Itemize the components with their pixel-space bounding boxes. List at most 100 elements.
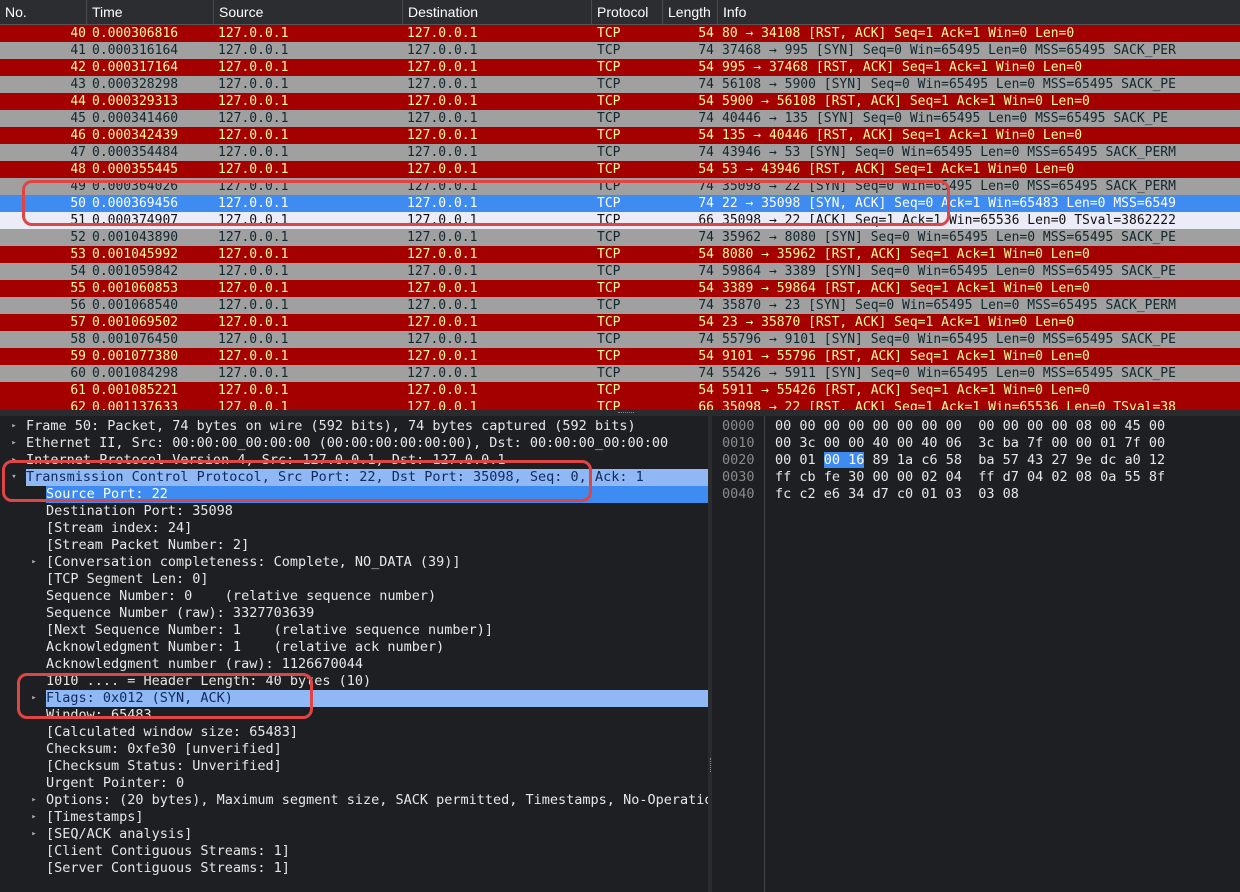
column-header-length[interactable]: Length bbox=[663, 0, 718, 24]
detail-tree-item[interactable]: Sequence Number (raw): 3327703639 bbox=[0, 605, 708, 622]
collapsed-arrow-icon[interactable]: ▸ bbox=[9, 435, 19, 452]
detail-tree-item[interactable]: ▸ Options: (20 bytes), Maximum segment si… bbox=[0, 792, 708, 809]
packet-row[interactable]: 48 0.000355445 127.0.0.1 127.0.0.1 TCP 54 53 →… bbox=[0, 161, 1240, 178]
hex-bytes: ff cb fe 30 00 00 02 04 ff d7 04 02 08 0… bbox=[775, 469, 1165, 486]
packet-no: 52 bbox=[70, 230, 86, 245]
packet-info: 37468 → 995 [SYN] Seq=0 Win=65495 Len=0 … bbox=[722, 43, 1176, 58]
detail-tree-item[interactable]: Sequence Number: 0 (relative sequence nu… bbox=[0, 588, 708, 605]
packet-row[interactable]: 61 0.001085221 127.0.0.1 127.0.0.1 TCP 54 5911… bbox=[0, 382, 1240, 399]
collapsed-arrow-icon[interactable]: ▸ bbox=[29, 826, 39, 843]
packet-row[interactable]: 46 0.000342439 127.0.0.1 127.0.0.1 TCP 54 135 … bbox=[0, 127, 1240, 144]
packet-row[interactable]: 45 0.000341460 127.0.0.1 127.0.0.1 TCP 74 4044… bbox=[0, 110, 1240, 127]
packet-row[interactable]: 57 0.001069502 127.0.0.1 127.0.0.1 TCP 54 23 →… bbox=[0, 314, 1240, 331]
hex-line[interactable]: 0030 ff cb fe 30 00 00 02 04 ff d7 04 02 … bbox=[712, 469, 1240, 486]
packet-row[interactable]: 62 0.001137633 127.0.0.1 127.0.0.1 TCP 66 3509… bbox=[0, 399, 1240, 410]
column-header-protocol[interactable]: Protocol bbox=[592, 0, 663, 24]
detail-tree-item[interactable]: ▸ [SEQ/ACK analysis] bbox=[0, 826, 708, 843]
packet-length: 74 bbox=[698, 264, 714, 279]
hex-line[interactable]: 0040 fc c2 e6 34 d7 c0 01 03 03 08 bbox=[712, 486, 1240, 503]
packet-length: 74 bbox=[698, 77, 714, 92]
detail-tree-item[interactable]: ▸ Frame 50: Packet, 74 bytes on wire (592… bbox=[0, 418, 708, 435]
detail-tree-label: [TCP Segment Len: 0] bbox=[46, 571, 209, 587]
detail-tree-item[interactable]: [Stream index: 24] bbox=[0, 520, 708, 537]
packet-no: 40 bbox=[70, 26, 86, 41]
hex-line[interactable]: 0020 00 01 00 16 89 1a c6 58 ba 57 43 27 … bbox=[712, 452, 1240, 469]
detail-tree-item[interactable]: [Checksum Status: Unverified] bbox=[0, 758, 708, 775]
packet-row[interactable]: 43 0.000328298 127.0.0.1 127.0.0.1 TCP 74 5610… bbox=[0, 76, 1240, 93]
collapsed-arrow-icon[interactable]: ▸ bbox=[29, 792, 39, 809]
detail-tree-item[interactable]: [Server Contiguous Streams: 1] bbox=[0, 860, 708, 877]
packet-length: 54 bbox=[698, 26, 714, 41]
packet-length: 74 bbox=[698, 111, 714, 126]
column-header-info[interactable]: Info bbox=[718, 0, 1240, 24]
annotation-box-packet-50 bbox=[22, 180, 950, 226]
detail-tree-item[interactable]: [Stream Packet Number: 2] bbox=[0, 537, 708, 554]
packet-row[interactable]: 42 0.000317164 127.0.0.1 127.0.0.1 TCP 54 995 … bbox=[0, 59, 1240, 76]
column-header-time[interactable]: Time bbox=[87, 0, 214, 24]
detail-tree-label: Urgent Pointer: 0 bbox=[46, 775, 185, 791]
packet-no: 48 bbox=[70, 162, 86, 177]
detail-tree-item[interactable]: Checksum: 0xfe30 [unverified] bbox=[0, 741, 708, 758]
hex-line[interactable]: 0010 00 3c 00 00 40 00 40 06 3c ba 7f 00 … bbox=[712, 435, 1240, 452]
packet-row[interactable]: 56 0.001068540 127.0.0.1 127.0.0.1 TCP 74 3587… bbox=[0, 297, 1240, 314]
packet-row[interactable]: 41 0.000316164 127.0.0.1 127.0.0.1 TCP 74 3746… bbox=[0, 42, 1240, 59]
detail-tree-item[interactable]: Acknowledgment number (raw): 1126670044 bbox=[0, 656, 708, 673]
packet-row[interactable]: 44 0.000329313 127.0.0.1 127.0.0.1 TCP 54 5900… bbox=[0, 93, 1240, 110]
detail-tree-item[interactable]: [TCP Segment Len: 0] bbox=[0, 571, 708, 588]
packet-row[interactable]: 54 0.001059842 127.0.0.1 127.0.0.1 TCP 74 5986… bbox=[0, 263, 1240, 280]
detail-tree-item[interactable]: ▸ Ethernet II, Src: 00:00:00_00:00:00 (00… bbox=[0, 435, 708, 452]
packet-row[interactable]: 55 0.001060853 127.0.0.1 127.0.0.1 TCP 54 3389… bbox=[0, 280, 1240, 297]
hex-offset: 0010 bbox=[722, 435, 755, 451]
packet-row[interactable]: 52 0.001043890 127.0.0.1 127.0.0.1 TCP 74 3596… bbox=[0, 229, 1240, 246]
packet-destination: 127.0.0.1 bbox=[407, 366, 478, 381]
hex-bytes: 00 3c 00 00 40 00 40 06 3c ba 7f 00 00 0… bbox=[775, 435, 1165, 452]
collapsed-arrow-icon[interactable]: ▸ bbox=[29, 809, 39, 826]
column-header-destination[interactable]: Destination bbox=[403, 0, 592, 24]
packet-source: 127.0.0.1 bbox=[218, 60, 289, 75]
detail-tree-item[interactable]: [Client Contiguous Streams: 1] bbox=[0, 843, 708, 860]
packet-row[interactable]: 60 0.001084298 127.0.0.1 127.0.0.1 TCP 74 5542… bbox=[0, 365, 1240, 382]
packet-protocol: TCP bbox=[597, 315, 621, 330]
packet-row[interactable]: 40 0.000306816 127.0.0.1 127.0.0.1 TCP 54 80 →… bbox=[0, 25, 1240, 42]
packet-destination: 127.0.0.1 bbox=[407, 60, 478, 75]
packet-protocol: TCP bbox=[597, 111, 621, 126]
packet-info: 35962 → 8080 [SYN] Seq=0 Win=65495 Len=0… bbox=[722, 230, 1176, 245]
hex-bytes-text: ff cb fe 30 00 00 02 04 ff d7 04 02 08 0… bbox=[775, 469, 1166, 485]
packet-no: 56 bbox=[70, 298, 86, 313]
packet-destination: 127.0.0.1 bbox=[407, 230, 478, 245]
packet-destination: 127.0.0.1 bbox=[407, 332, 478, 347]
packet-time: 0.001084298 bbox=[92, 366, 179, 381]
packet-row[interactable]: 53 0.001045992 127.0.0.1 127.0.0.1 TCP 54 8080… bbox=[0, 246, 1240, 263]
packet-info: 53 → 43946 [RST, ACK] Seq=1 Ack=1 Win=0 … bbox=[722, 162, 1075, 177]
detail-tree-item[interactable]: ▸ [Conversation completeness: Complete, N… bbox=[0, 554, 708, 571]
annotation-box-flags bbox=[17, 673, 313, 719]
collapsed-arrow-icon[interactable]: ▸ bbox=[9, 418, 19, 435]
packet-no: 55 bbox=[70, 281, 86, 296]
packet-row[interactable]: 58 0.001076450 127.0.0.1 127.0.0.1 TCP 74 5579… bbox=[0, 331, 1240, 348]
packet-bytes-pane[interactable]: 0000 00 00 00 00 00 00 00 00 00 00 00 00 … bbox=[712, 416, 1240, 892]
detail-tree-label: Options: (20 bytes), Maximum segment siz… bbox=[46, 792, 708, 808]
packet-info: 35870 → 23 [SYN] Seq=0 Win=65495 Len=0 M… bbox=[722, 298, 1176, 313]
collapsed-arrow-icon[interactable]: ▸ bbox=[29, 554, 39, 571]
detail-tree-item[interactable]: Acknowledgment Number: 1 (relative ack n… bbox=[0, 639, 708, 656]
packet-time: 0.000341460 bbox=[92, 111, 179, 126]
packet-destination: 127.0.0.1 bbox=[407, 264, 478, 279]
packet-protocol: TCP bbox=[597, 26, 621, 41]
packet-destination: 127.0.0.1 bbox=[407, 400, 478, 410]
detail-tree-item[interactable]: [Calculated window size: 65483] bbox=[0, 724, 708, 741]
packet-row[interactable]: 47 0.000354484 127.0.0.1 127.0.0.1 TCP 74 4394… bbox=[0, 144, 1240, 161]
packet-length: 54 bbox=[698, 247, 714, 262]
detail-tree-item[interactable]: Urgent Pointer: 0 bbox=[0, 775, 708, 792]
packet-row[interactable]: 59 0.001077380 127.0.0.1 127.0.0.1 TCP 54 9101… bbox=[0, 348, 1240, 365]
packet-length: 54 bbox=[698, 60, 714, 75]
detail-tree-item[interactable]: [Next Sequence Number: 1 (relative seque… bbox=[0, 622, 708, 639]
detail-tree-item[interactable]: ▸ [Timestamps] bbox=[0, 809, 708, 826]
packet-length: 74 bbox=[698, 332, 714, 347]
packet-no: 57 bbox=[70, 315, 86, 330]
column-header-source[interactable]: Source bbox=[214, 0, 403, 24]
detail-tree-item[interactable]: Destination Port: 35098 bbox=[0, 503, 708, 520]
column-header-no[interactable]: No. bbox=[0, 0, 87, 24]
hex-line[interactable]: 0000 00 00 00 00 00 00 00 00 00 00 00 00 … bbox=[712, 418, 1240, 435]
packet-info: 23 → 35870 [RST, ACK] Seq=1 Ack=1 Win=0 … bbox=[722, 315, 1075, 330]
detail-tree-label: [SEQ/ACK analysis] bbox=[46, 826, 193, 842]
